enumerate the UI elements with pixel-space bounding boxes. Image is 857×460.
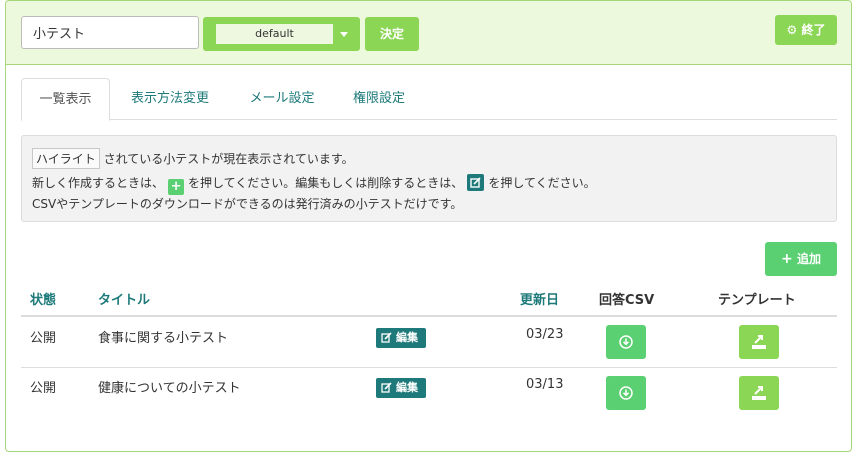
exit-button[interactable]: ⚙ 終了 bbox=[775, 15, 837, 45]
row-title: 健康についての小テスト bbox=[98, 381, 241, 396]
exit-button-label: 終了 bbox=[801, 23, 826, 37]
config-select-value: default bbox=[216, 24, 333, 44]
column-header-answer-csv: 回答CSV bbox=[599, 293, 655, 308]
column-header-title[interactable]: タイトル bbox=[98, 289, 150, 308]
info-line-3: CSVやテンプレートのダウンロードができるのは発行済みの小テストだけです。 bbox=[32, 197, 463, 211]
add-button[interactable]: + 追加 bbox=[765, 242, 837, 276]
name-input[interactable] bbox=[21, 16, 199, 49]
edit-icon bbox=[381, 332, 392, 343]
download-csv-button[interactable] bbox=[606, 376, 646, 410]
info-line-2-a: 新しく作成するときは、 bbox=[32, 176, 165, 190]
column-header-updated[interactable]: 更新日 bbox=[520, 289, 559, 308]
column-header-template: テンプレート bbox=[718, 293, 796, 308]
info-line-2: 新しく作成するときは、 + を押してください。編集もしくは削除するときは、 を押してく… bbox=[32, 174, 596, 195]
export-icon bbox=[752, 386, 766, 400]
edit-button-label: 編集 bbox=[396, 381, 418, 394]
edit-button-label: 編集 bbox=[396, 331, 418, 344]
row-divider bbox=[21, 367, 837, 368]
row-updated: 03/13 bbox=[526, 377, 564, 392]
template-export-button[interactable] bbox=[739, 325, 779, 359]
download-icon bbox=[619, 386, 633, 400]
download-csv-button[interactable] bbox=[606, 325, 646, 359]
highlight-sample: ハイライト bbox=[32, 148, 100, 169]
edit-button[interactable]: 編集 bbox=[376, 328, 426, 348]
row-updated: 03/23 bbox=[526, 327, 564, 342]
tab-mail-settings[interactable]: メール設定 bbox=[237, 78, 327, 120]
plus-icon: + bbox=[781, 251, 793, 267]
template-export-button[interactable] bbox=[739, 376, 779, 410]
info-line-1-text: されている小テストが現在表示されています。 bbox=[103, 152, 354, 166]
info-line-2-b: を押してください。編集もしくは削除するときは、 bbox=[188, 176, 464, 190]
plus-icon: + bbox=[168, 179, 185, 195]
edit-button[interactable]: 編集 bbox=[376, 378, 426, 398]
tab-list-view[interactable]: 一覧表示 bbox=[21, 78, 110, 121]
edit-icon bbox=[381, 382, 392, 393]
download-icon bbox=[619, 335, 633, 349]
column-header-status[interactable]: 状態 bbox=[30, 289, 56, 308]
tab-permission-settings[interactable]: 権限設定 bbox=[341, 78, 417, 120]
row-title: 食事に関する小テスト bbox=[98, 331, 229, 346]
config-select[interactable]: default bbox=[203, 17, 360, 51]
gear-icon: ⚙ bbox=[786, 23, 798, 37]
info-box: ハイライト されている小テストが現在表示されています。 新しく作成するときは、 +… bbox=[21, 135, 837, 222]
info-line-1: ハイライト されている小テストが現在表示されています。 bbox=[32, 148, 354, 169]
decide-button[interactable]: 決定 bbox=[365, 17, 419, 51]
table-header-rule bbox=[21, 315, 837, 317]
row-status: 公開 bbox=[30, 381, 57, 396]
tab-display-method[interactable]: 表示方法変更 bbox=[118, 78, 222, 120]
main-panel: default 決定 ⚙ 終了 一覧表示 表示方法変更 メール設定 権限設定 ハ… bbox=[5, 0, 852, 452]
panel-header: default 決定 ⚙ 終了 bbox=[6, 1, 851, 65]
info-line-2-c: を押してください。 bbox=[488, 176, 596, 190]
tab-bar: 一覧表示 表示方法変更 メール設定 権限設定 bbox=[21, 78, 837, 121]
add-button-label: 追加 bbox=[796, 252, 821, 266]
edit-icon bbox=[467, 174, 485, 191]
caret-down-icon bbox=[340, 32, 348, 37]
export-icon bbox=[752, 335, 766, 349]
row-status: 公開 bbox=[30, 331, 57, 346]
